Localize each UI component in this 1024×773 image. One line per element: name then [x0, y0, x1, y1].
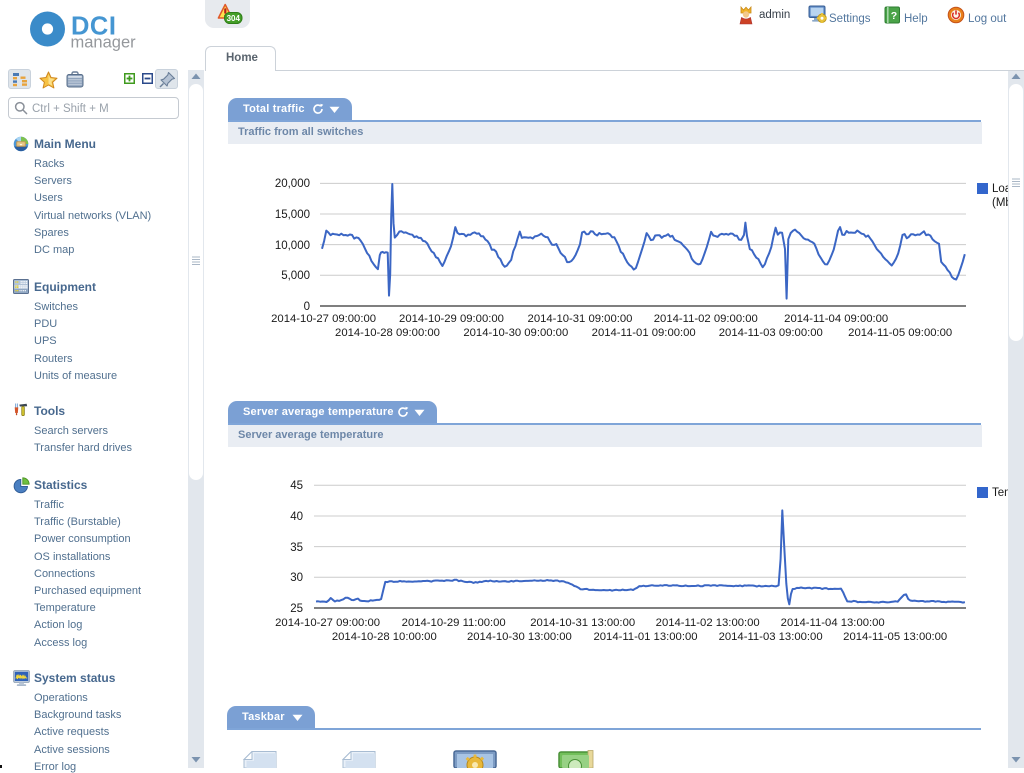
svg-text:2014-10-31 09:00:00: 2014-10-31 09:00:00 — [528, 313, 633, 325]
svg-text:2014-10-29 11:00:00: 2014-10-29 11:00:00 — [402, 617, 506, 629]
svg-text:2014-11-03 13:00:00: 2014-11-03 13:00:00 — [719, 631, 823, 643]
svg-text:2014-10-27 09:00:00: 2014-10-27 09:00:00 — [275, 617, 380, 629]
svg-text:30: 30 — [290, 572, 303, 584]
svg-text:15,000: 15,000 — [275, 209, 310, 221]
svg-text:?: ? — [891, 10, 897, 22]
svg-text:0: 0 — [304, 301, 310, 313]
svg-text:2014-10-27 09:00:00: 2014-10-27 09:00:00 — [271, 313, 376, 325]
svg-text:2014-10-30 09:00:00: 2014-10-30 09:00:00 — [463, 327, 568, 339]
svg-text:25: 25 — [290, 603, 303, 615]
svg-text:2014-11-05 13:00:00: 2014-11-05 13:00:00 — [843, 631, 947, 643]
svg-text:2014-10-31 13:00:00: 2014-10-31 13:00:00 — [530, 617, 635, 629]
svg-text:2014-11-04 13:00:00: 2014-11-04 13:00:00 — [781, 617, 885, 629]
svg-text:5,000: 5,000 — [281, 270, 310, 282]
svg-text:2014-10-28 10:00:00: 2014-10-28 10:00:00 — [332, 631, 437, 643]
svg-text:2014-11-02 13:00:00: 2014-11-02 13:00:00 — [656, 617, 760, 629]
svg-text:20,000: 20,000 — [275, 178, 310, 190]
svg-text:45: 45 — [290, 480, 303, 492]
svg-text:40: 40 — [290, 511, 303, 523]
svg-text:2014-11-05 09:00:00: 2014-11-05 09:00:00 — [848, 327, 952, 339]
svg-text:2014-10-30 13:00:00: 2014-10-30 13:00:00 — [467, 631, 572, 643]
svg-text:2014-11-03 09:00:00: 2014-11-03 09:00:00 — [719, 327, 823, 339]
svg-text:304: 304 — [227, 14, 241, 23]
svg-text:Temperature: Temperature — [992, 487, 1008, 499]
svg-text:35: 35 — [290, 542, 303, 554]
svg-text:2014-11-04 09:00:00: 2014-11-04 09:00:00 — [784, 313, 888, 325]
svg-text:2014-11-01 13:00:00: 2014-11-01 13:00:00 — [593, 631, 697, 643]
svg-text:Load: Load — [992, 183, 1008, 195]
svg-text:(Mbit/s): (Mbit/s) — [992, 197, 1008, 209]
svg-text:2014-10-28 09:00:00: 2014-10-28 09:00:00 — [335, 327, 440, 339]
svg-text:2014-11-02 09:00:00: 2014-11-02 09:00:00 — [654, 313, 758, 325]
svg-text:2014-10-29 09:00:00: 2014-10-29 09:00:00 — [399, 313, 504, 325]
svg-text:10,000: 10,000 — [275, 240, 310, 252]
svg-text:2014-11-01 09:00:00: 2014-11-01 09:00:00 — [592, 327, 696, 339]
svg-text:manager: manager — [71, 34, 137, 52]
